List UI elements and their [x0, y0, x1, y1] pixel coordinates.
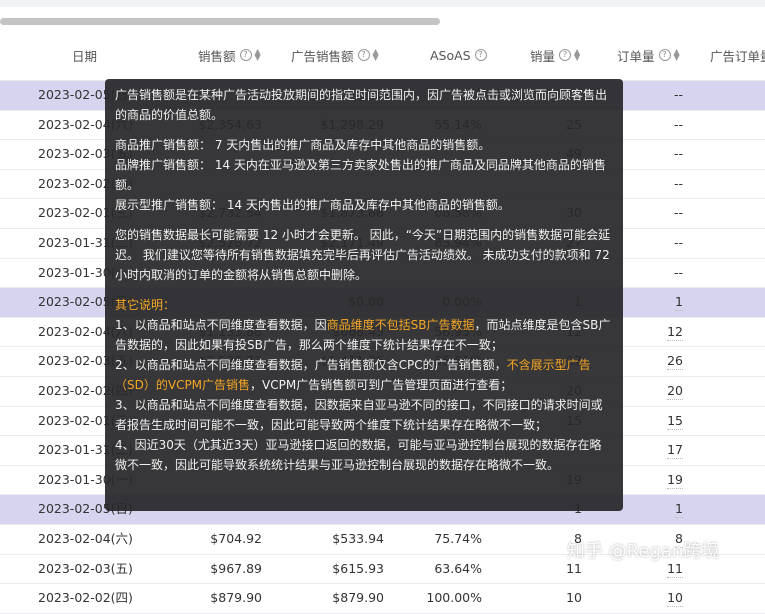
- ad-sales-tooltip: 广告销售额是在某种广告活动投放期间的指定时间范围内，因广告被点击或浏览而向顾客售…: [105, 79, 623, 511]
- help-icon[interactable]: ?: [559, 49, 572, 61]
- tooltip-note-3: 3、以商品和站点不同维度查看数据，因数据来自亚马逊不同的接口，不同接口的请求时间…: [115, 398, 603, 432]
- column-header-date: 日期: [72, 48, 98, 64]
- sort-icon[interactable]: ▲ ▼: [373, 48, 379, 62]
- tooltip-sd-sales: 展示型推广销售额： 14 天内售出的推广商品及库存中其他商品的销售额。: [115, 198, 510, 212]
- tooltip-note-1: 1、以商品和站点不同维度查看数据，因商品维度不包括SB广告数据，而站点维度是包含…: [115, 318, 611, 352]
- sort-icon[interactable]: ▲ ▼: [574, 48, 580, 62]
- tooltip-other-title: 其它说明：: [115, 298, 176, 312]
- column-header-ad-sales[interactable]: 广告销售额? ▲ ▼: [291, 30, 379, 80]
- help-icon[interactable]: ?: [658, 49, 671, 61]
- column-header-sales[interactable]: 销售额? ▲ ▼: [198, 30, 261, 80]
- tooltip-sb-sales: 品牌推广销售额： 14 天内在亚马逊及第三方卖家处售出的推广商品及同品牌其他商品…: [115, 158, 606, 192]
- column-header-orders[interactable]: 订单量? ▲ ▼: [617, 30, 680, 80]
- cell-orders: 10: [667, 590, 683, 608]
- column-header-asoas[interactable]: ASoAS?: [430, 30, 487, 80]
- tooltip-note-2: 2、以商品和站点不同维度查看数据，广告销售额仅含CPC的广告销售额，不含展示型广…: [115, 358, 591, 392]
- tooltip-sp-sales: 商品推广销售额： 7 天内售出的推广商品及库存中其他商品的销售额。: [115, 138, 491, 152]
- column-header-quantity[interactable]: 销量? ▲ ▼: [530, 30, 580, 80]
- tooltip-definition: 广告销售额是在某种广告活动投放期间的指定时间范围内，因广告被点击或浏览而向顾客售…: [115, 88, 608, 122]
- watermark: 知乎 @Regan跨境: [567, 541, 720, 562]
- tooltip-update-note: 您的销售数据最长可能需要 12 小时才会更新。 因此，“今天”日期范围内的销售数…: [115, 228, 611, 282]
- table-header: 日期 销售额? ▲ ▼ 广告销售额? ▲ ▼ ASoAS? 销量? ▲ ▼ 订单量? ▲ ▼ 广…: [0, 30, 765, 81]
- horizontal-scrollbar-thumb[interactable]: [0, 18, 440, 25]
- sort-icon[interactable]: ▲ ▼: [674, 48, 680, 62]
- column-header-ad-orders[interactable]: 广告订单量: [710, 30, 765, 80]
- help-icon[interactable]: ?: [239, 49, 252, 61]
- top-band: [0, 0, 765, 7]
- help-icon[interactable]: ?: [474, 49, 487, 61]
- sort-icon[interactable]: ▲ ▼: [255, 48, 261, 62]
- tooltip-note-4: 4、因近30天（尤其近3天）亚马逊接口返回的数据，可能与亚马逊控制台展现的数据存…: [115, 438, 602, 472]
- help-icon[interactable]: ?: [357, 49, 370, 61]
- table-row: 2023-02-02(四) $879.90 $879.90 100.00% 10 10: [0, 584, 765, 614]
